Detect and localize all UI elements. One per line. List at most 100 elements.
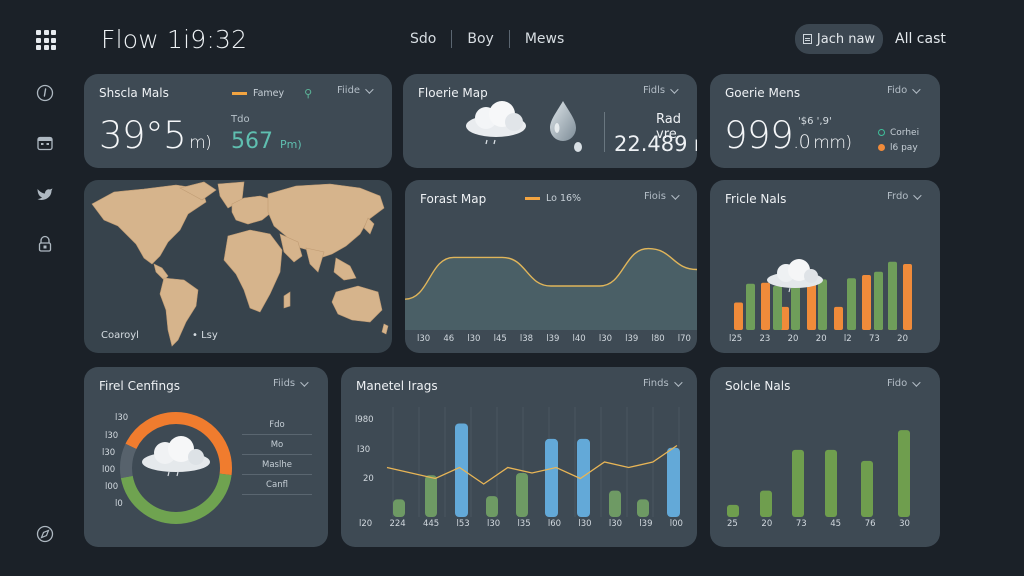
action-button[interactable]: Jach naw [795, 24, 883, 54]
bar [834, 306, 843, 330]
y-tick: l00 [105, 482, 119, 492]
bar [516, 473, 528, 517]
info-icon[interactable] [36, 84, 54, 102]
secondary-value: 567 Pm) [231, 129, 302, 154]
fricle-bars-card: Fricle Nals Frdo l25 23 20 20 l2 73 20 [710, 180, 940, 353]
x-tick: 224 [389, 519, 406, 529]
apps-grid-icon[interactable] [36, 30, 56, 50]
x-tick: l30 [578, 519, 592, 529]
legend-label: l6 pay [890, 143, 918, 153]
card-dropdown[interactable]: Fido [887, 377, 921, 389]
bar [862, 275, 871, 330]
chevron-down-icon [670, 84, 679, 94]
water-drop-icon [550, 101, 582, 152]
dropdown-label: Finds [643, 378, 669, 389]
map-label-right: • Lsy [192, 330, 218, 341]
x-tick: l80 [651, 334, 665, 344]
x-tick: l00 [669, 519, 683, 529]
list-item[interactable]: Mo [242, 435, 312, 455]
action-button-label: Jach naw [816, 31, 876, 47]
dropdown-label: Fidls [643, 85, 666, 96]
compass-icon[interactable] [36, 525, 54, 543]
card-dropdown[interactable]: Fiids [273, 377, 309, 389]
x-tick: 445 [422, 519, 440, 529]
x-tick: l30 [598, 334, 613, 344]
x-tick: l30 [486, 519, 501, 529]
card-dropdown[interactable]: Frdo [887, 190, 923, 202]
secondary-value-unit: Pm) [280, 138, 302, 151]
primary-value-unit: mm) [813, 133, 852, 153]
bar [637, 499, 649, 517]
chevron-down-icon [673, 377, 683, 387]
x-tick: l39 [625, 334, 639, 344]
card-title: Manetel Irags [356, 379, 438, 393]
combo-chart [386, 407, 680, 517]
list-item[interactable]: Maslhe [242, 455, 312, 475]
cloud-icon [466, 101, 526, 145]
forest-map-card: Forast Map Lo 16% Fiois l30 46 l30 l45 l… [405, 180, 697, 353]
bar [847, 278, 856, 330]
nav-item-2[interactable]: Boy [461, 31, 499, 47]
lock-icon[interactable] [36, 235, 54, 253]
bar [792, 449, 804, 517]
x-tick: 73 [869, 334, 880, 344]
x-tick: l40 [572, 334, 586, 344]
y-tick: l30 [105, 431, 119, 441]
primary-value: 39°5 m) [99, 114, 212, 157]
area-fill [405, 248, 697, 330]
calendar-icon[interactable] [36, 134, 54, 152]
card-title: Firel Cenfings [99, 379, 180, 393]
nav-item-3[interactable]: Mews [519, 31, 570, 47]
x-tick: l30 [467, 334, 481, 344]
bar [486, 496, 498, 517]
chevron-down-icon [913, 190, 923, 200]
world-map[interactable] [84, 180, 392, 353]
x-tick: l39 [546, 334, 560, 344]
x-tick: l20 [359, 519, 373, 529]
x-axis-ticks: l25 23 20 20 l2 73 20 [729, 334, 908, 344]
bar [545, 438, 558, 517]
card-dropdown[interactable]: Fiide [337, 84, 374, 96]
x-tick: l25 [729, 334, 743, 344]
bar [609, 490, 621, 517]
x-tick: 46 [443, 334, 455, 344]
bar [455, 423, 468, 517]
cloud-icon [142, 436, 210, 477]
primary-value: 999.0 mm) [724, 114, 852, 157]
dropdown-label: Fido [887, 85, 908, 96]
final-settings-card: Firel Cenfings Fiids l30 l30 l30 l00 l00… [84, 367, 328, 547]
x-tick: 25 [727, 519, 738, 529]
legend-swatch [232, 92, 247, 95]
list-item[interactable]: Canfl [242, 475, 312, 495]
x-tick: l39 [639, 519, 653, 529]
bar [888, 261, 897, 330]
nav-item-1[interactable]: Sdo [404, 31, 442, 47]
list-item[interactable]: Fdo [242, 417, 312, 435]
card-title: Shscla Mals [99, 86, 169, 100]
card-dropdown[interactable]: Fiois [644, 190, 680, 202]
nav-divider [508, 30, 510, 48]
primary-value-number: 39°5 [99, 114, 187, 157]
bird-icon[interactable] [36, 185, 54, 203]
bar [393, 499, 405, 517]
x-tick: 20 [815, 334, 827, 344]
x-tick: 30 [899, 519, 910, 529]
forecast-map-card: Floerie Map Fidls Rad vre 22.489 N [403, 74, 697, 168]
app-title: Flow 1i9:32 [101, 25, 248, 54]
gauge-legend: Corhei l6 pay [878, 126, 919, 156]
series-legend: Famey ⚲ [232, 87, 312, 100]
bar [874, 271, 883, 330]
map-label-left: Coaroyl [101, 330, 139, 341]
x-tick: 45 [830, 519, 842, 529]
card-title: Solcle Nals [725, 379, 791, 393]
card-dropdown[interactable]: Finds [643, 377, 683, 389]
bar [734, 302, 743, 330]
chevron-down-icon [365, 84, 374, 94]
current-conditions-card: Shscla Mals Famey ⚲ Fiide 39°5 m) Tdo 567… [84, 74, 392, 168]
card-dropdown[interactable]: Fido [887, 84, 921, 96]
header-link[interactable]: All cast [895, 31, 946, 47]
card-dropdown[interactable]: Fidls [643, 84, 679, 96]
card-title: Fricle Nals [725, 192, 787, 206]
reading-value-number: 22.489 [614, 132, 688, 156]
x-tick: 20 [761, 519, 773, 529]
